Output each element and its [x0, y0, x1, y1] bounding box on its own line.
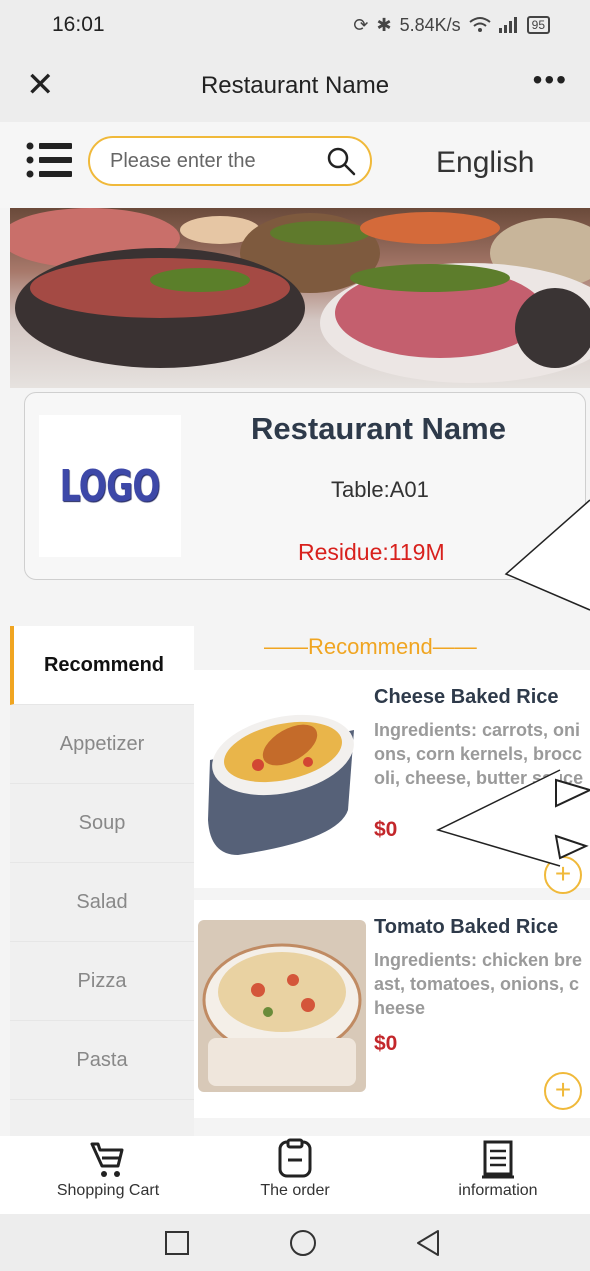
nav-label: Shopping Cart: [56, 1182, 160, 1199]
shopping-cart-icon: [90, 1142, 124, 1177]
section-title: ——Recommend——: [264, 634, 477, 659]
logo-text: LOGO: [59, 460, 161, 512]
category-salad[interactable]: Salad: [10, 863, 194, 942]
nav-shopping-cart[interactable]: Shopping Cart: [10, 1136, 206, 1214]
category-recommend[interactable]: Recommend: [10, 626, 194, 705]
product-list: ——Recommend—— Cheese Baked Rice Ingredie…: [194, 626, 590, 1136]
search-icon[interactable]: [326, 146, 356, 176]
system-nav-bar: [0, 1214, 590, 1271]
product-name: Cheese Baked Rice: [374, 686, 559, 708]
page-title: Restaurant Name: [200, 72, 390, 99]
product-image: [208, 714, 354, 855]
category-sidebar: Recommend Appetizer Soup Salad Pizza Pas…: [10, 626, 194, 1136]
product-card[interactable]: Cheese Baked Rice Ingredients: carrots, …: [194, 670, 590, 894]
product-card[interactable]: Tomato Baked Rice Ingredients: chicken b…: [194, 900, 590, 1118]
back-icon[interactable]: [417, 1230, 439, 1256]
recents-icon[interactable]: [165, 1231, 189, 1255]
language-selector[interactable]: English: [436, 146, 534, 180]
status-time: 16:01: [52, 13, 105, 36]
add-to-cart-button[interactable]: +: [544, 1072, 582, 1110]
product-name: Tomato Baked Rice: [374, 916, 559, 938]
rotation-icon: ⟳: [353, 14, 369, 35]
restaurant-name: Restaurant Name: [251, 411, 506, 446]
nav-information[interactable]: information: [400, 1136, 590, 1214]
restaurant-logo: LOGO: [39, 415, 181, 557]
category-soup[interactable]: Soup: [10, 784, 194, 863]
title-bar: ✕ Restaurant Name •••: [0, 50, 590, 122]
search-input[interactable]: [110, 149, 310, 173]
category-pasta[interactable]: Pasta: [10, 1021, 194, 1100]
residue-amount: Residue:119M: [298, 539, 445, 565]
product-image: [198, 920, 366, 1092]
product-price: $0: [374, 1032, 398, 1055]
bottom-nav: Shopping Cart The order information: [0, 1136, 590, 1214]
product-description: Ingredients: carrots, onions, corn kerne…: [374, 720, 584, 788]
battery-icon: 95: [526, 16, 550, 34]
toolbar: English: [0, 122, 590, 208]
food-photo: [10, 208, 590, 383]
menu-icon[interactable]: [26, 140, 72, 180]
status-icons: ⟳ ✱ 5.84K/s 95: [353, 15, 550, 36]
information-icon: [482, 1140, 514, 1179]
close-icon[interactable]: ✕: [26, 68, 55, 102]
search-box[interactable]: [88, 136, 372, 186]
add-to-cart-button[interactable]: +: [544, 856, 582, 894]
network-speed: 5.84K/s: [399, 14, 461, 35]
more-options-icon[interactable]: •••: [533, 64, 568, 96]
nav-label: information: [458, 1182, 538, 1199]
order-icon: [278, 1138, 312, 1178]
category-pizza[interactable]: Pizza: [10, 942, 194, 1021]
product-description: Ingredients: chicken breast, tomatoes, o…: [374, 950, 583, 1018]
table-number: Table:A01: [331, 477, 429, 502]
nav-the-order[interactable]: The order: [197, 1136, 393, 1214]
restaurant-info-card: LOGO Restaurant Name Table:A01 Residue:1…: [24, 392, 586, 580]
category-partial[interactable]: [10, 1100, 194, 1136]
status-bar: 16:01 ⟳ ✱ 5.84K/s 95: [0, 0, 590, 50]
bluetooth-icon: ✱: [376, 14, 392, 35]
banner-image: [10, 208, 590, 388]
product-price: $0: [374, 818, 398, 841]
home-icon[interactable]: [290, 1230, 316, 1256]
wifi-icon: [469, 17, 491, 32]
category-appetizer[interactable]: Appetizer: [10, 705, 194, 784]
nav-label: The order: [260, 1182, 330, 1199]
signal-icon: [498, 17, 517, 33]
